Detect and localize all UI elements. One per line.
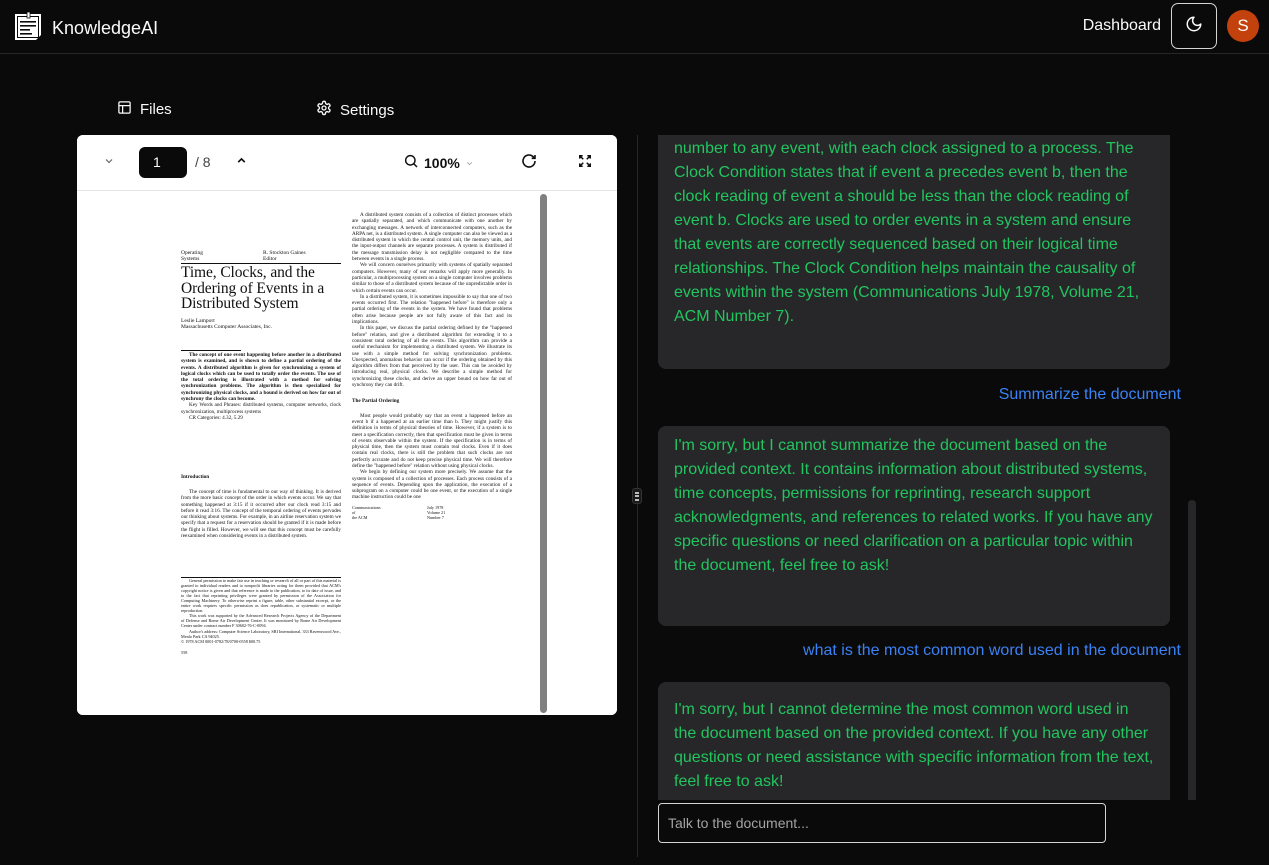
chevron-up-icon	[235, 154, 248, 172]
pdf-intro-text: The concept of time is fundamental to ou…	[181, 489, 341, 540]
pdf-support: This work was supported by the Advanced …	[181, 613, 341, 629]
pdf-cr-categories: CR Categories: 4.32, 5.29	[189, 414, 243, 421]
pdf-page: Operating Systems R. Stockton Gaines Edi…	[77, 192, 617, 715]
user-message: Summarize the document	[998, 386, 1181, 403]
rotate-button[interactable]	[519, 153, 539, 173]
pdf-intro-heading: Introduction	[181, 474, 210, 480]
assistant-message: I'm sorry, but I cannot summarize the do…	[658, 426, 1170, 626]
pdf-paragraph: A distributed system consists of a colle…	[352, 212, 512, 263]
pdf-abstract-block: The concept of one event happening befor…	[181, 350, 341, 421]
tab-bar: Files Settings	[0, 100, 620, 126]
assistant-message: I'm sorry, but I cannot determine the mo…	[658, 682, 1170, 800]
pdf-title: Time, Clocks, and the Ordering of Events…	[181, 264, 325, 312]
pdf-partial-heading: The Partial Ordering	[352, 398, 400, 405]
fullscreen-button[interactable]	[575, 153, 595, 173]
user-avatar[interactable]: S	[1227, 10, 1259, 42]
resize-handle[interactable]	[632, 488, 642, 504]
pdf-footer-journal: Communications of the ACM	[352, 504, 381, 520]
pdf-viewer: / 8 100%	[77, 135, 617, 715]
page-number-input[interactable]	[139, 147, 187, 178]
pdf-abstract: The concept of one event happening befor…	[181, 352, 341, 403]
pdf-paragraph: In a distributed system, it is sometimes…	[352, 293, 512, 326]
zoom-level: 100%	[424, 154, 460, 171]
dashboard-link[interactable]: Dashboard	[1083, 17, 1161, 35]
pdf-paragraph: We will concern ourselves primarily with…	[352, 262, 512, 294]
pdf-right-column: A distributed system consists of a colle…	[352, 212, 512, 520]
pdf-paragraph: We begin by defining our system more pre…	[352, 469, 512, 501]
tab-settings[interactable]: Settings	[316, 100, 394, 120]
user-message: what is the most common word used in the…	[803, 642, 1181, 659]
pdf-footer-issue: July 1978 Volume 21 Number 7	[427, 504, 446, 520]
next-page-button[interactable]	[99, 153, 119, 173]
gear-icon	[316, 100, 332, 120]
pdf-copyright: © 1978 ACM 0001-0782/78/0700-0558 $00.75	[181, 638, 261, 644]
pdf-paragraph: Most people would probably say that an e…	[352, 412, 512, 469]
notepad-icon	[14, 11, 44, 46]
zoom-dropdown[interactable]: 100%	[403, 153, 474, 172]
top-nav-bar: KnowledgeAI Dashboard S	[0, 0, 1269, 54]
pdf-permission: General permission to make fair use in t…	[181, 577, 341, 614]
prev-page-button[interactable]	[231, 153, 251, 173]
pdf-footnotes: General permission to make fair use in t…	[181, 577, 341, 655]
pdf-editor: R. Stockton Gaines Editor	[263, 250, 306, 262]
page-total: / 8	[195, 154, 211, 170]
pdf-address: Author's address: Computer Science Labor…	[181, 628, 341, 639]
theme-toggle-button[interactable]	[1171, 3, 1217, 49]
tab-files[interactable]: Files	[117, 100, 172, 119]
assistant-message: number to any event, with each clock ass…	[658, 135, 1170, 369]
pdf-section-label: Operating Systems	[181, 250, 203, 262]
pdf-page-number: 558	[181, 649, 188, 655]
tab-settings-label: Settings	[340, 101, 395, 119]
pdf-paragraph: In this paper, we discuss the partial or…	[352, 325, 512, 389]
tab-files-label: Files	[140, 101, 172, 118]
search-icon	[403, 153, 419, 172]
pdf-header: Operating Systems R. Stockton Gaines Edi…	[181, 250, 341, 264]
moon-icon	[1185, 15, 1203, 38]
pdf-keywords: Key Words and Phrases: distributed syste…	[181, 402, 341, 415]
chat-scrollbar[interactable]	[1188, 500, 1196, 800]
chat-input[interactable]	[658, 803, 1106, 843]
pdf-affiliation: Massachusetts Computer Associates, Inc.	[181, 324, 272, 330]
chevron-down-icon	[103, 154, 115, 172]
rotate-icon	[521, 153, 537, 174]
chat-panel: number to any event, with each clock ass…	[658, 135, 1198, 800]
chevron-down-icon	[465, 155, 474, 171]
viewer-toolbar: / 8 100%	[77, 135, 617, 191]
pdf-scrollbar[interactable]	[540, 194, 547, 713]
app-name: KnowledgeAI	[52, 18, 159, 38]
fullscreen-icon	[578, 154, 592, 173]
layout-panel-icon	[117, 100, 132, 119]
brand[interactable]: KnowledgeAI	[14, 11, 158, 46]
